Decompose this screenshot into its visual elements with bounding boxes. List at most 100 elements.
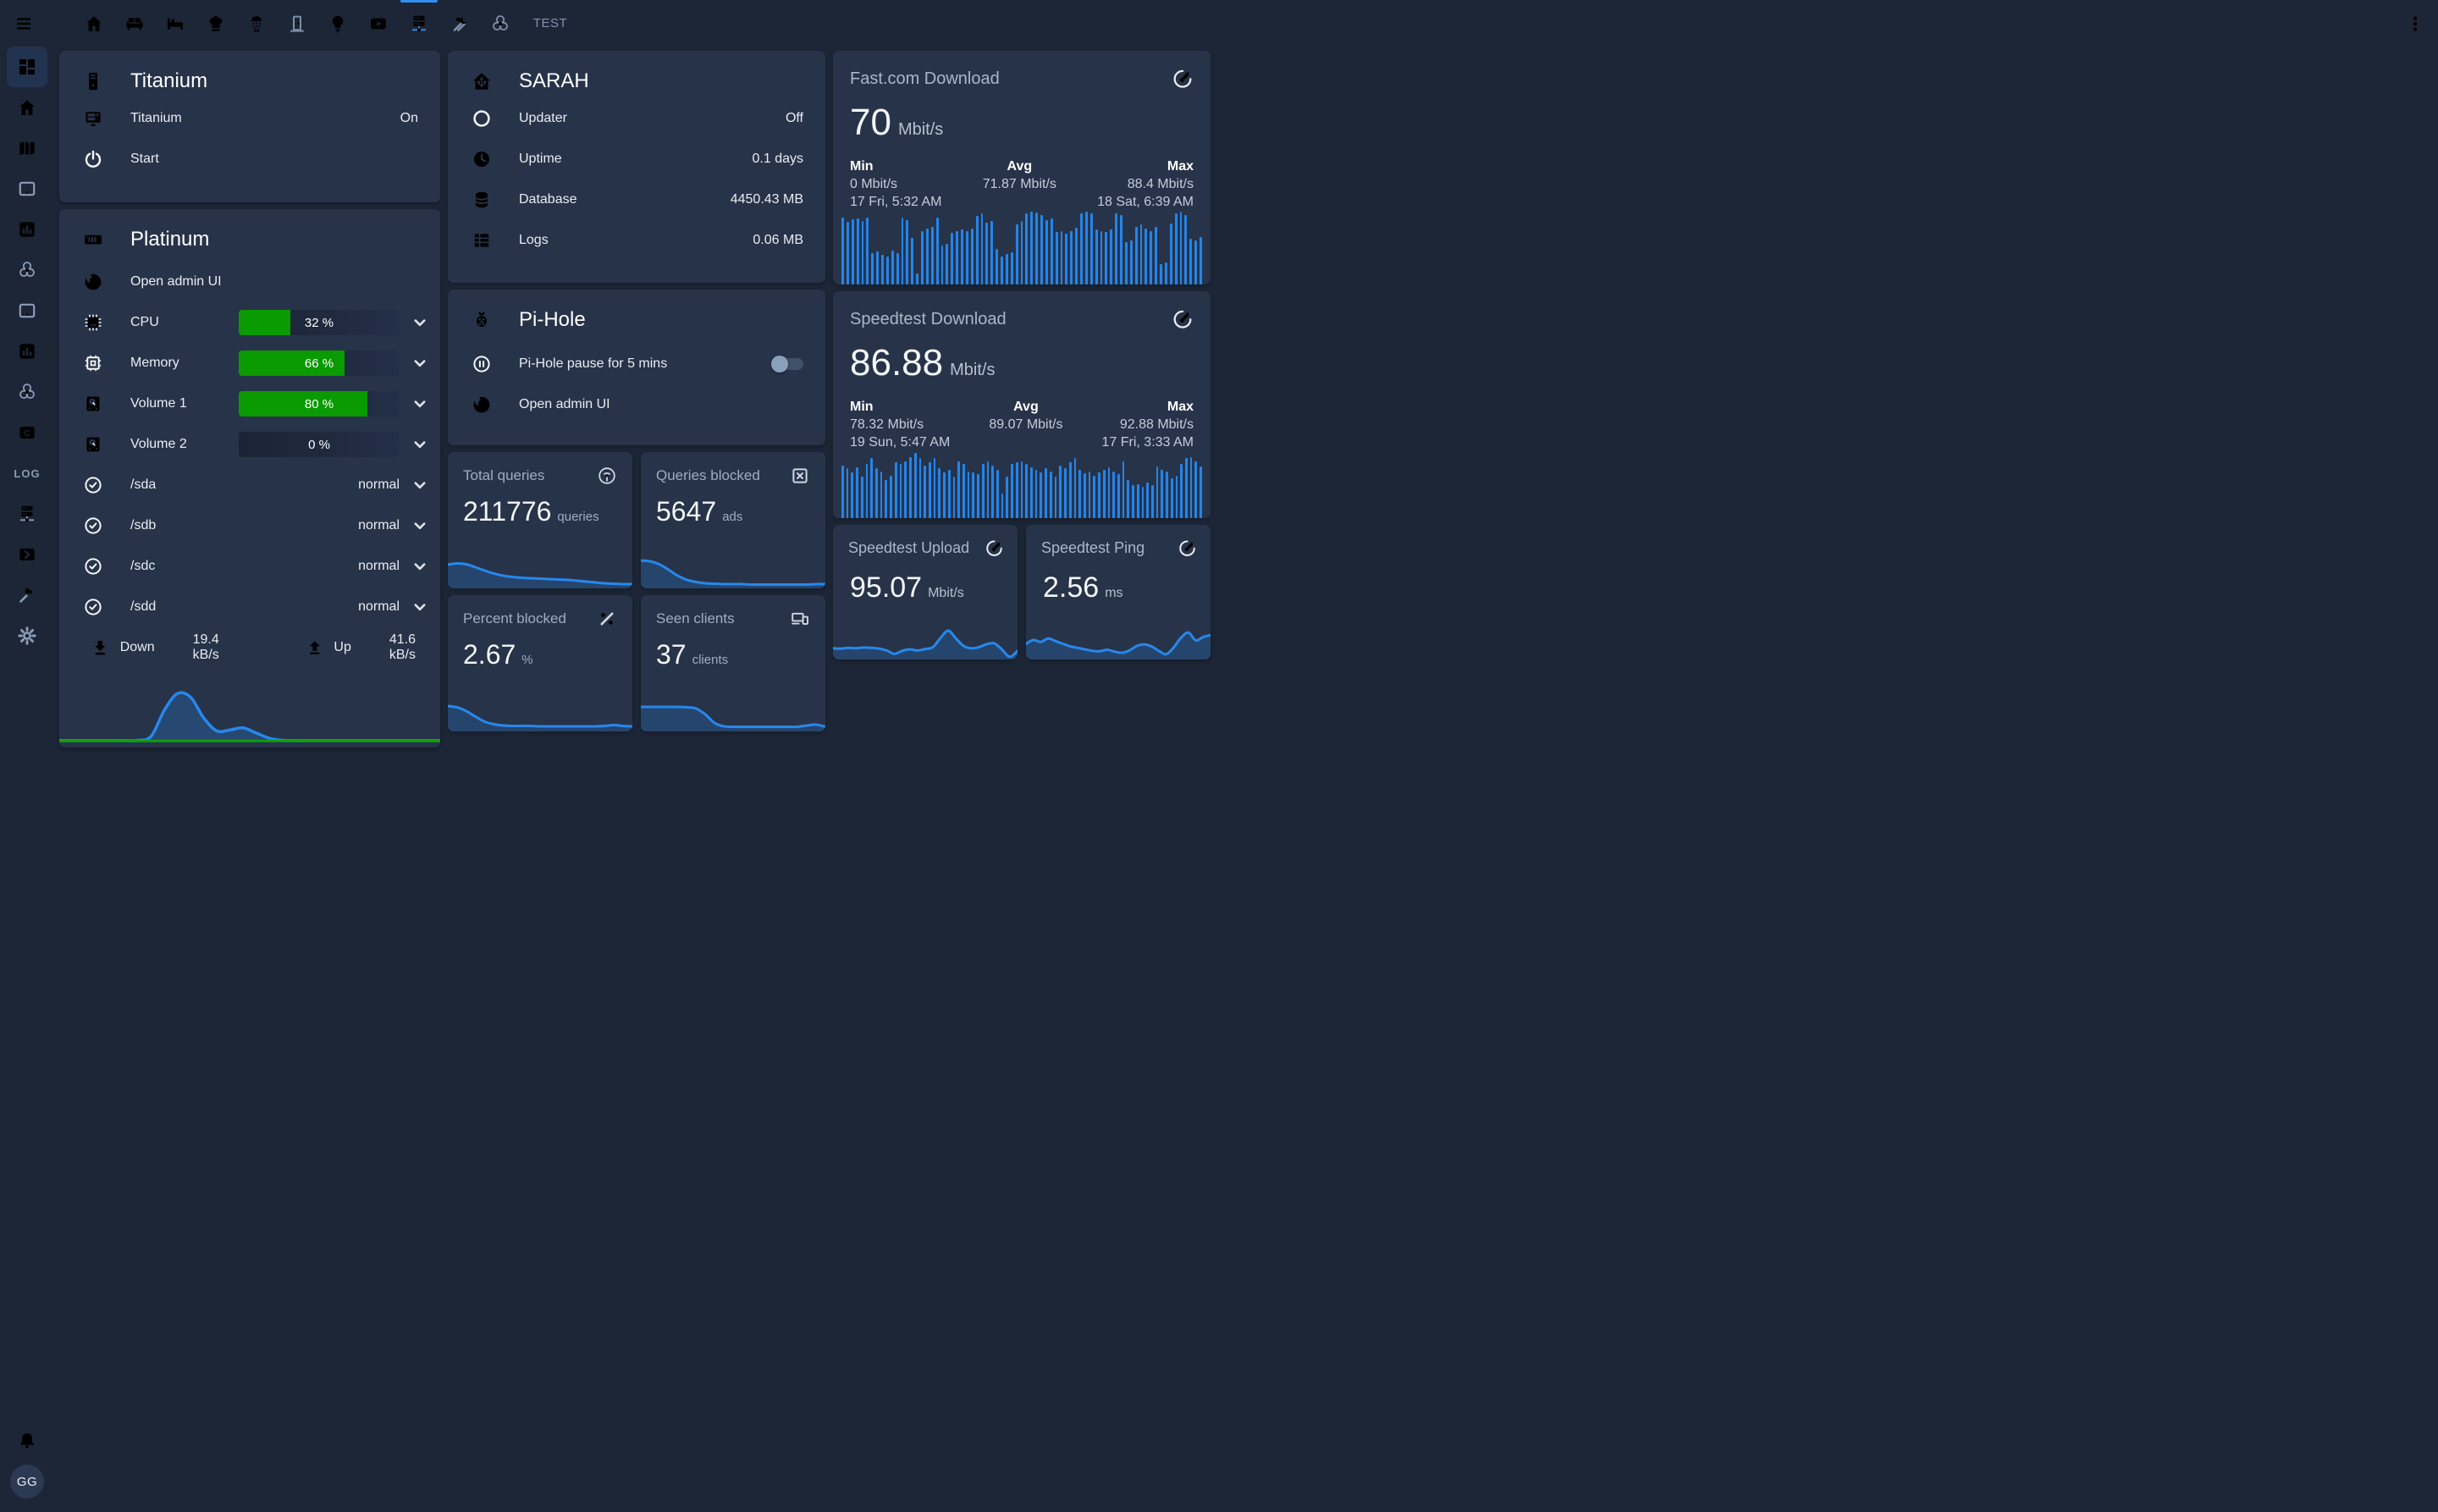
pihole-card: Pi-Hole Pi-Hole pause for 5 mins Open ad… [448,290,825,445]
pause-circle-icon [471,354,493,374]
entity-row-volume-1[interactable]: Volume 1 80 % [59,384,440,424]
speed-value: 95.07 [850,571,922,604]
dashboard-view: Titanium Titanium On Start Platinum Open… [59,47,2438,1512]
chevron-down-icon[interactable] [410,312,430,333]
sidebar-item-profile[interactable]: GG [7,1461,47,1502]
youtube-icon [368,14,389,34]
download-history-bars [841,207,1202,284]
tab-door[interactable] [277,0,317,47]
sidebar-item-dashboard[interactable] [7,47,47,87]
sidebar-item-map[interactable] [7,128,47,168]
network-throughput-row: Down 19.4 kB/s Up 41.6 kB/s [59,627,440,668]
speedtest-upload-card: Speedtest Upload 95.07Mbit/s [833,525,1018,659]
chevron-down-icon[interactable] [410,394,430,414]
entity-row-open-admin-ui[interactable]: Open admin UI [448,384,825,425]
firefox-icon [82,272,104,292]
server-network-icon [17,504,37,524]
nas-icon [82,229,104,251]
entity-row-sdd[interactable]: /sdd normal [59,587,440,627]
view-dashboard-icon [17,57,37,77]
entity-row-database[interactable]: Database 4450.43 MB [448,179,825,220]
entity-row-pihole-pause[interactable]: Pi-Hole pause for 5 mins [448,344,825,384]
harddisk-icon [82,434,104,455]
avg-block: Avg89.07 Mbit/s [989,398,1062,451]
sidebar-item-stats-1[interactable] [7,209,47,250]
chevron-down-icon[interactable] [410,597,430,617]
entity-row-sda[interactable]: /sda normal [59,465,440,505]
tab-biohazard[interactable] [480,0,521,47]
check-circle-icon [82,475,104,495]
card-title: Titanium [130,69,207,93]
hammer-wrench-icon [450,14,470,34]
sidebar-item-biohazard-2[interactable] [7,372,47,412]
pihole-pause-toggle[interactable] [773,358,803,370]
sidebar-item-home[interactable] [7,87,47,128]
entity-row-open-admin-ui[interactable]: Open admin UI [59,262,440,302]
tab-bedroom[interactable] [155,0,196,47]
hammer-icon [17,585,37,605]
tab-bathroom[interactable] [236,0,277,47]
sidebar-item-c[interactable] [7,412,47,453]
check-circle-icon [82,556,104,577]
sidebar-item-stats-2[interactable] [7,331,47,372]
tab-network[interactable] [399,0,439,47]
entity-row-start-button[interactable]: Start [59,139,440,179]
fastcom-download-card: Fast.com Download 70Mbit/s Min0 Mbit/s17… [833,51,1211,284]
harddisk-icon [82,394,104,414]
tab-tools[interactable] [439,0,480,47]
speedometer-icon [1178,538,1197,558]
chevron-down-icon[interactable] [410,434,430,455]
entity-row-uptime[interactable]: Uptime 0.1 days [448,139,825,179]
chevron-down-icon[interactable] [410,556,430,577]
lightbulb-icon [328,14,348,34]
sidebar-item-developer-tools[interactable] [7,575,47,615]
entity-row-updater[interactable]: Updater Off [448,98,825,139]
chevron-down-icon[interactable] [410,353,430,373]
sidebar-item-notifications[interactable] [7,1421,47,1461]
chart-box-icon [17,341,37,361]
speedtest-download-card: Speedtest Download 86.88Mbit/s Min78.32 … [833,291,1211,518]
sidebar-item-log[interactable]: LOG [7,453,47,494]
menu-icon[interactable] [0,0,47,47]
sidebar-item-network[interactable] [7,494,47,534]
power-icon [82,149,104,169]
entity-row-sdb[interactable]: /sdb normal [59,505,440,546]
tab-living-room[interactable] [114,0,155,47]
download-value: 19.4 kB/s [193,632,246,663]
chart-box-icon [17,219,37,240]
entity-row-titanium-switch[interactable]: Titanium On [59,98,440,139]
max-block: Max92.88 Mbit/s17 Fri, 3:33 AM [1102,398,1194,451]
speedtest-ping-card: Speedtest Ping 2.56ms [1026,525,1211,659]
speed-value: 2.56 [1043,571,1099,604]
sparkline-chart [641,687,825,731]
sidebar-item-settings[interactable] [7,615,47,656]
memory-icon [82,353,104,373]
sidebar-item-biohazard-1[interactable] [7,250,47,290]
chevron-down-icon[interactable] [410,475,430,495]
min-avg-max-row: Min0 Mbit/s17 Fri, 5:32 AM Avg71.87 Mbit… [833,144,1211,211]
entity-row-volume-2[interactable]: Volume 2 0 % [59,424,440,465]
tab-kitchen[interactable] [196,0,236,47]
desktop-tower-monitor-icon [82,108,104,129]
tab-home[interactable] [74,0,114,47]
entity-row-sdc[interactable]: /sdc normal [59,546,440,587]
table-icon [471,230,493,251]
entity-row-cpu[interactable]: CPU 32 % [59,302,440,343]
tab-test[interactable]: TEST [521,0,580,47]
min-block: Min78.32 Mbit/s19 Sun, 5:47 AM [850,398,950,451]
sidebar-item-tablet-1[interactable] [7,168,47,209]
stat-value: 2.67 [463,639,516,670]
overflow-menu-icon[interactable] [2391,0,2438,47]
entity-row-memory[interactable]: Memory 66 % [59,343,440,384]
platinum-card: Platinum Open admin UI CPU 32 % Memory 6… [59,209,440,748]
tab-lights[interactable] [317,0,358,47]
sidebar-item-tablet-2[interactable] [7,290,47,331]
sidebar-item-terminal[interactable] [7,534,47,575]
chevron-down-icon[interactable] [410,516,430,536]
entity-row-logs[interactable]: Logs 0.06 MB [448,220,825,261]
entity-state[interactable]: On [400,111,418,126]
view-tabs: TEST [74,0,580,47]
upload-value: 41.6 kB/s [389,632,440,663]
tab-media[interactable] [358,0,399,47]
biohazard-icon [17,382,37,402]
